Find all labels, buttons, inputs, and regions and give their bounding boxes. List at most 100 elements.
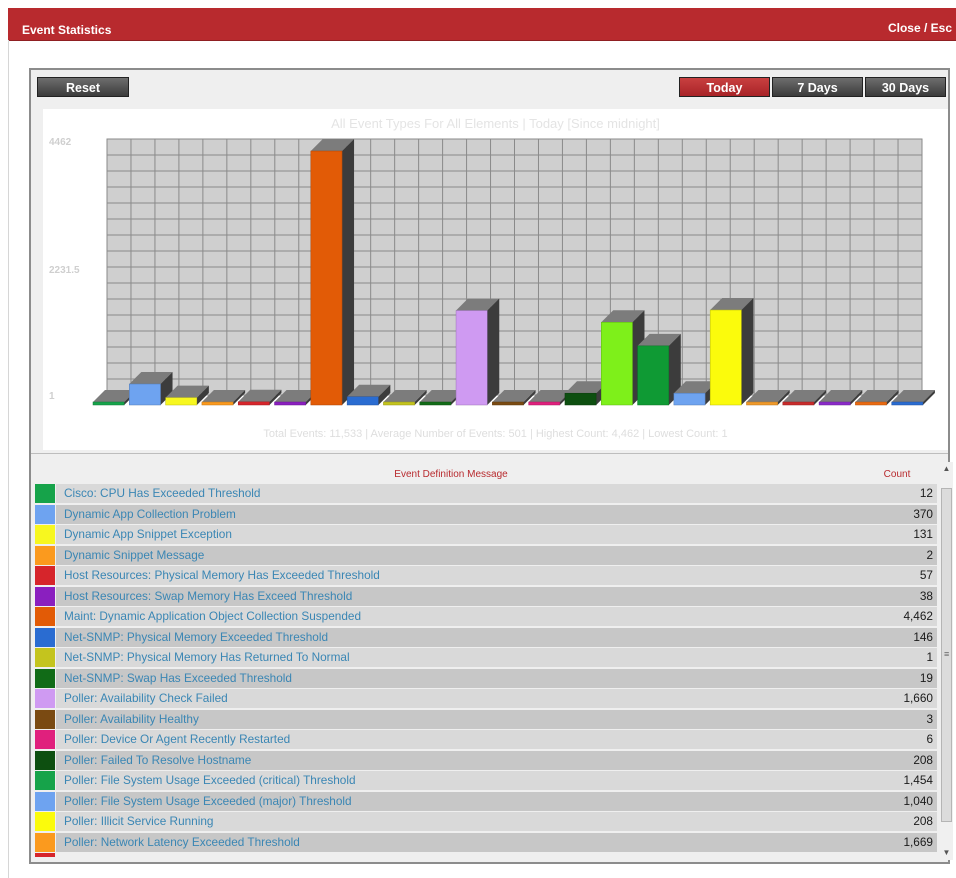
bar <box>237 401 270 406</box>
event-message-link[interactable]: Poller: Failed To Resolve Hostname <box>56 750 849 770</box>
table-row[interactable]: Net-SNMP: Physical Memory Has Returned T… <box>35 648 940 669</box>
bar-side <box>342 139 355 405</box>
bar <box>601 322 633 406</box>
title-bar: Event Statistics Close / Esc <box>8 8 956 41</box>
scroll-thumb[interactable]: ≡ <box>941 488 952 822</box>
color-swatch <box>35 709 55 729</box>
table-row[interactable]: Host Resources: Swap Memory Has Exceed T… <box>35 586 940 608</box>
table-row[interactable]: Poller: Availability Healthy 3 <box>35 709 940 731</box>
bar <box>165 397 198 406</box>
event-message-link[interactable]: Host Resources: Physical Memory Has Exce… <box>56 566 849 585</box>
event-count: 38 <box>842 586 937 606</box>
event-message-link[interactable]: Net-SNMP: Physical Memory Has Returned T… <box>56 648 849 667</box>
color-swatch <box>35 853 55 857</box>
table-row[interactable]: Dynamic App Snippet Exception 131 <box>35 525 940 546</box>
event-count: 1,454 <box>842 771 937 790</box>
color-swatch <box>35 566 55 585</box>
table-row[interactable]: Net-SNMP: Swap Has Exceeded Threshold 19 <box>35 668 940 690</box>
event-message-link[interactable]: Maint: Dynamic Application Object Collec… <box>56 607 849 626</box>
color-swatch <box>35 812 55 831</box>
bar <box>201 401 234 406</box>
event-message-link[interactable]: Dynamic App Snippet Exception <box>56 525 849 544</box>
color-swatch <box>35 484 55 503</box>
event-message-link[interactable]: Poller: Device Or Agent Recently Restart… <box>56 730 849 749</box>
table-row[interactable]: Dynamic Snippet Message 2 <box>35 545 940 567</box>
bar <box>310 150 343 406</box>
event-message-link[interactable]: Poller: Network Latency Exceeded Thresho… <box>56 832 849 852</box>
column-header-message[interactable]: Event Definition Message <box>35 469 867 480</box>
event-message-link[interactable]: Cisco: CPU Has Exceeded Threshold <box>56 484 849 503</box>
close-button[interactable]: Close / Esc <box>888 21 952 35</box>
color-swatch <box>35 545 55 565</box>
table-row[interactable]: Dynamic App Collection Problem 370 <box>35 504 940 526</box>
event-message-link[interactable]: Dynamic App Collection Problem <box>56 504 849 524</box>
color-swatch <box>35 504 55 524</box>
y-tick-min: 1 <box>49 391 55 402</box>
event-count: 1,669 <box>842 832 937 852</box>
color-swatch <box>35 607 55 626</box>
color-swatch <box>35 627 55 647</box>
y-tick-max: 4462 <box>49 137 72 148</box>
event-message-link[interactable]: Poller: File System Usage Exceeded (majo… <box>56 791 849 811</box>
event-count: 6 <box>842 730 937 749</box>
bar <box>492 401 524 406</box>
color-swatch <box>35 648 55 667</box>
table-row[interactable]: Net-SNMP: Physical Memory Exceeded Thres… <box>35 627 940 649</box>
vertical-scrollbar[interactable]: ▲ ≡ ▼ <box>940 462 953 860</box>
chart-summary: Total Events: 11,533 | Average Number of… <box>263 428 728 440</box>
event-count: 57 <box>842 566 937 585</box>
bar <box>891 401 924 406</box>
event-message-link[interactable]: Net-SNMP: Physical Memory Exceeded Thres… <box>56 627 849 647</box>
event-message-link[interactable]: Poller: File System Usage Exceeded (crit… <box>56 771 849 790</box>
event-count: 208 <box>842 750 937 770</box>
table-row[interactable]: Poller: Network Latency Exceeded Thresho… <box>35 832 940 854</box>
event-message-link[interactable]: Poller: Availability Healthy <box>56 709 849 729</box>
table-row[interactable]: Poller: Availability Check Failed 1,660 <box>35 689 940 710</box>
bar <box>673 392 706 406</box>
chart-area: All Event Types For All Elements | Today… <box>43 109 948 450</box>
event-message-link[interactable]: Host Resources: Swap Memory Has Exceed T… <box>56 586 849 606</box>
event-message-link[interactable]: Poller: Availability Check Failed <box>56 689 849 708</box>
y-tick-mid: 2231.5 <box>49 265 80 276</box>
bar <box>346 396 379 406</box>
bar <box>129 383 161 406</box>
event-message-link[interactable]: Poller: Illicit Service Running <box>56 812 849 831</box>
event-message-link[interactable]: Dynamic Snippet Message <box>56 545 849 565</box>
color-swatch <box>35 730 55 749</box>
color-swatch <box>35 750 55 770</box>
bar <box>274 401 306 406</box>
table-header: Event Definition Message Count <box>35 466 925 484</box>
table-row[interactable]: Cisco: CPU Has Exceeded Threshold 12 <box>35 484 940 505</box>
table-row[interactable]: Host Resources: Physical Memory Has Exce… <box>35 566 940 587</box>
event-count: 370 <box>842 504 937 524</box>
window-title: Event Statistics <box>22 23 112 37</box>
table-row[interactable]: Poller: Failed To Resolve Hostname 208 <box>35 750 940 772</box>
event-count: 1 <box>842 648 937 667</box>
table-row[interactable]: Poller: Illicit Service Running 208 <box>35 812 940 833</box>
range-button-1[interactable]: 7 Days <box>772 77 863 97</box>
color-swatch <box>35 668 55 688</box>
range-button-0[interactable]: Today <box>679 77 770 97</box>
bar <box>709 309 742 406</box>
table-row[interactable]: Poller: File System Usage Exceeded (crit… <box>35 771 940 792</box>
bar <box>528 401 561 406</box>
color-swatch <box>35 586 55 606</box>
event-list: Cisco: CPU Has Exceeded Threshold 12 Dynam… <box>35 484 940 857</box>
bar <box>383 401 415 406</box>
range-button-2[interactable]: 30 Days <box>865 77 946 97</box>
scroll-up-icon[interactable]: ▲ <box>940 462 953 476</box>
chart-title: All Event Types For All Elements | Today… <box>331 116 660 131</box>
column-header-count[interactable]: Count <box>867 469 927 480</box>
event-count: 4,462 <box>842 607 937 626</box>
scroll-down-icon[interactable]: ▼ <box>940 846 953 860</box>
color-swatch <box>35 771 55 790</box>
bar <box>564 392 597 406</box>
event-message-link[interactable]: Net-SNMP: Swap Has Exceeded Threshold <box>56 668 849 688</box>
table-row[interactable]: Poller: Device Or Agent Recently Restart… <box>35 730 940 751</box>
reset-button[interactable]: Reset <box>37 77 129 97</box>
table-row[interactable]: Maint: Dynamic Application Object Collec… <box>35 607 940 628</box>
table-row[interactable]: Poller: File System Usage Exceeded (majo… <box>35 791 940 813</box>
bar <box>746 401 778 406</box>
color-swatch <box>35 689 55 708</box>
event-count: 3 <box>842 709 937 729</box>
